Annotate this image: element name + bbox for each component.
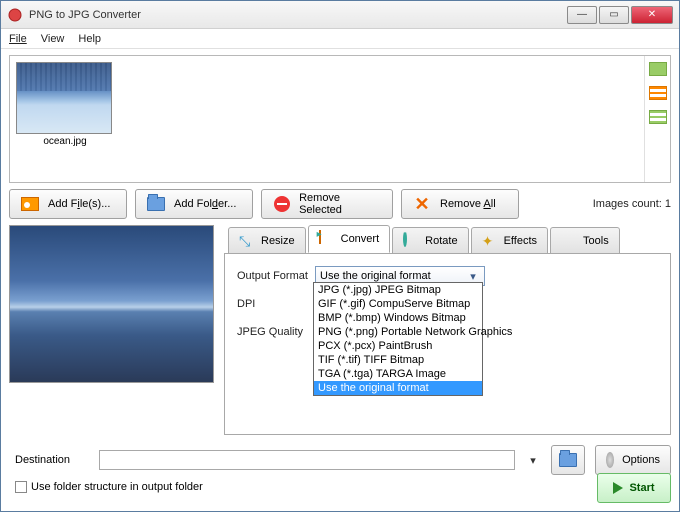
tab-tools[interactable]: Tools xyxy=(550,227,620,253)
remove-all-button[interactable]: ✕ Remove All xyxy=(401,189,519,219)
format-option[interactable]: PCX (*.pcx) PaintBrush xyxy=(314,339,482,353)
view-large-icon[interactable] xyxy=(649,62,667,76)
output-format-dropdown: JPG (*.jpg) JPEG Bitmap GIF (*.gif) Comp… xyxy=(313,282,483,396)
dpi-label: DPI xyxy=(237,298,315,310)
remove-icon xyxy=(272,195,291,213)
remove-selected-button[interactable]: Remove Selected xyxy=(261,189,393,219)
menu-view[interactable]: View xyxy=(41,33,65,45)
maximize-button[interactable]: ▭ xyxy=(599,6,629,24)
preview-image xyxy=(9,225,214,383)
tab-rotate[interactable]: Rotate xyxy=(392,227,468,253)
start-button[interactable]: Start xyxy=(597,473,671,503)
format-option[interactable]: BMP (*.bmp) Windows Bitmap xyxy=(314,311,482,325)
image-icon xyxy=(20,195,40,213)
arrow-right-icon xyxy=(613,482,623,494)
effects-icon: ✦ xyxy=(482,233,498,249)
add-files-button[interactable]: Add File(s)... xyxy=(9,189,127,219)
thumbnail-area: ocean.jpg xyxy=(9,55,671,183)
add-folder-button[interactable]: Add Folder... xyxy=(135,189,253,219)
menu-help[interactable]: Help xyxy=(78,33,101,45)
format-option[interactable]: TIF (*.tif) TIFF Bitmap xyxy=(314,353,482,367)
format-option[interactable]: TGA (*.tga) TARGA Image xyxy=(314,367,482,381)
add-folder-label: Add Folder... xyxy=(174,198,236,210)
titlebar: PNG to JPG Converter — ▭ ✕ xyxy=(1,1,679,29)
menu-file[interactable]: File xyxy=(9,33,27,45)
chevron-down-icon[interactable]: ▾ xyxy=(525,454,541,467)
jpeg-quality-label: JPEG Quality xyxy=(237,326,315,338)
tab-convert[interactable]: Convert xyxy=(308,225,391,253)
x-icon: ✕ xyxy=(412,195,432,213)
thumbnail-label: ocean.jpg xyxy=(16,136,114,147)
browse-folder-button[interactable] xyxy=(551,445,585,475)
convert-icon xyxy=(319,231,335,247)
tabs: ⤡Resize Convert Rotate ✦Effects Tools xyxy=(224,225,671,253)
minimize-button[interactable]: — xyxy=(567,6,597,24)
destination-label: Destination xyxy=(9,454,89,466)
destination-row: Destination ▾ Options xyxy=(9,445,671,475)
resize-icon: ⤡ xyxy=(239,233,255,249)
tab-resize[interactable]: ⤡Resize xyxy=(228,227,306,253)
format-option[interactable]: PNG (*.png) Portable Network Graphics xyxy=(314,325,482,339)
window-title: PNG to JPG Converter xyxy=(29,9,565,21)
format-option[interactable]: JPG (*.jpg) JPEG Bitmap xyxy=(314,283,482,297)
app-icon xyxy=(7,7,23,23)
thumbnail-list[interactable]: ocean.jpg xyxy=(10,56,644,182)
images-count: Images count: 1 xyxy=(593,198,671,210)
options-button[interactable]: Options xyxy=(595,445,671,475)
convert-panel: Output Format Use the original format ▾ … xyxy=(224,253,671,435)
folder-icon xyxy=(146,195,166,213)
menubar: File View Help xyxy=(1,29,679,49)
toolbar: Add File(s)... Add Folder... Remove Sele… xyxy=(9,189,671,219)
remove-all-label: Remove All xyxy=(440,198,496,210)
remove-selected-label: Remove Selected xyxy=(299,192,382,216)
add-files-label: Add File(s)... xyxy=(48,198,110,210)
format-option[interactable]: GIF (*.gif) CompuServe Bitmap xyxy=(314,297,482,311)
combo-value: Use the original format xyxy=(320,270,431,282)
view-table-icon[interactable] xyxy=(649,110,667,124)
output-format-label: Output Format xyxy=(237,270,315,282)
thumbnail-image xyxy=(16,62,112,134)
main-window: PNG to JPG Converter — ▭ ✕ File View Hel… xyxy=(0,0,680,512)
format-option-selected[interactable]: Use the original format xyxy=(314,381,482,395)
view-list-icon[interactable] xyxy=(649,86,667,100)
chevron-down-icon: ▾ xyxy=(466,270,480,283)
gear-icon xyxy=(606,452,614,468)
rotate-icon xyxy=(403,233,419,249)
destination-input[interactable] xyxy=(99,450,515,470)
view-mode-bar xyxy=(644,56,670,182)
tab-effects[interactable]: ✦Effects xyxy=(471,227,548,253)
folder-icon xyxy=(559,453,577,467)
thumbnail-item[interactable]: ocean.jpg xyxy=(16,62,114,147)
window-controls: — ▭ ✕ xyxy=(565,6,673,24)
close-button[interactable]: ✕ xyxy=(631,6,673,24)
tools-icon xyxy=(561,233,577,249)
